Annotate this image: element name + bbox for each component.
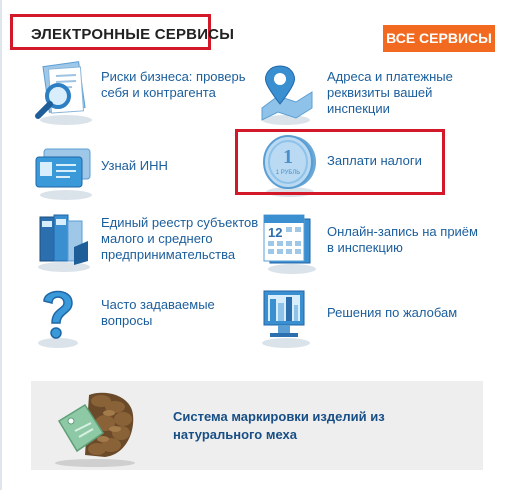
left-border-line [0, 0, 2, 490]
service-label: Единый реестр субъектов малого и среднег… [101, 215, 259, 262]
service-smb-registry[interactable]: Единый реестр субъектов малого и среднег… [30, 207, 265, 279]
section-title: ЭЛЕКТРОННЫЕ СЕРВИСЫ [31, 26, 235, 43]
id-cards-icon [35, 148, 92, 200]
calendar-day: 12 [268, 225, 282, 240]
banner-text: Система маркировки изделий из натурально… [173, 409, 385, 442]
service-label: Адреса и платежные реквизиты вашей инспе… [327, 69, 453, 116]
highlight-frame [235, 129, 445, 195]
service-addresses[interactable]: Адреса и платежные реквизиты вашей инспе… [256, 58, 466, 128]
service-online-booking[interactable]: 12 Онлайн-запись на приём в инспекцию [256, 207, 486, 279]
map-pin-icon [261, 65, 313, 125]
service-label: Решения по жалобам [327, 305, 458, 320]
section-title-box: ЭЛЕКТРОННЫЕ СЕРВИСЫ [10, 14, 234, 50]
service-label: Риски бизнеса: проверь себя и контрагент… [101, 69, 246, 100]
service-label: Часто задаваемые вопросы [101, 297, 215, 328]
service-complaint-decisions[interactable]: Решения по жалобам [256, 283, 476, 355]
service-faq[interactable]: Часто задаваемые вопросы [30, 283, 230, 355]
service-inn[interactable]: Узнай ИНН [30, 135, 230, 200]
calendar-icon: 12 [263, 214, 316, 274]
registry-folders-icon [38, 214, 90, 272]
all-services-button[interactable]: ВСЕ СЕРВИСЫ [383, 25, 495, 52]
service-label: Узнай ИНН [101, 158, 168, 173]
service-business-risks[interactable]: Риски бизнеса: проверь себя и контрагент… [30, 58, 246, 128]
question-mark-icon [38, 290, 78, 348]
service-label: Онлайн-запись на приём в инспекцию [327, 224, 478, 255]
magnifier-document-icon [35, 61, 92, 125]
fur-marking-banner[interactable]: Система маркировки изделий из натурально… [31, 381, 483, 470]
fur-tag-icon [55, 392, 135, 467]
complaint-monitor-icon [262, 290, 310, 348]
